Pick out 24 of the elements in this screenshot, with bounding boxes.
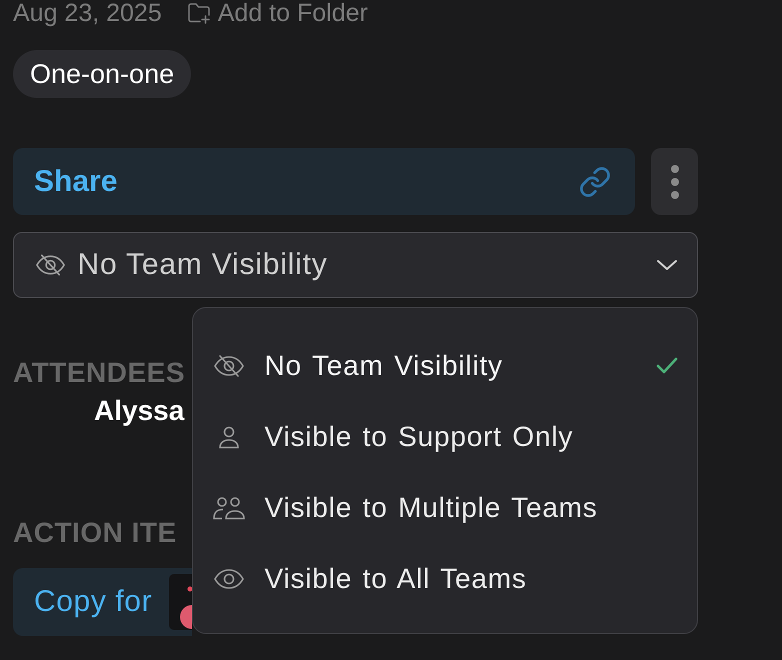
eye-slash-icon <box>212 354 244 378</box>
menu-option[interactable]: Visible to Support Only <box>193 401 697 472</box>
menu-option[interactable]: Visible to Multiple Teams <box>193 472 697 543</box>
more-options-button[interactable] <box>651 148 698 215</box>
folder-plus-icon <box>186 2 211 24</box>
eye-icon <box>212 566 244 590</box>
date-text: Aug 23, 2025 <box>13 0 162 26</box>
section-heading: ATTENDEES <box>13 356 185 390</box>
share-button[interactable]: Share <box>13 148 635 215</box>
menu-option[interactable]: No Team Visibility <box>193 330 697 401</box>
meeting-type-tag: One-on-one <box>13 50 192 98</box>
attendee-name: Alyssa <box>94 394 184 428</box>
section-heading: ACTION ITE <box>13 516 177 550</box>
people-icon <box>212 496 244 520</box>
eye-slash-icon <box>34 253 66 277</box>
link-icon <box>580 166 610 198</box>
menu-option[interactable]: Visible to All Teams <box>193 543 697 614</box>
vertical-dots-icon <box>670 164 678 198</box>
add-to-folder-button[interactable]: Add to Folder <box>186 0 368 26</box>
visibility-dropdown[interactable]: No Team Visibility <box>13 232 698 298</box>
checkmark-icon <box>656 356 678 374</box>
chevron-down-icon <box>656 259 678 271</box>
copy-for-button[interactable]: Copy for <box>13 568 192 636</box>
app-icon <box>169 574 192 630</box>
